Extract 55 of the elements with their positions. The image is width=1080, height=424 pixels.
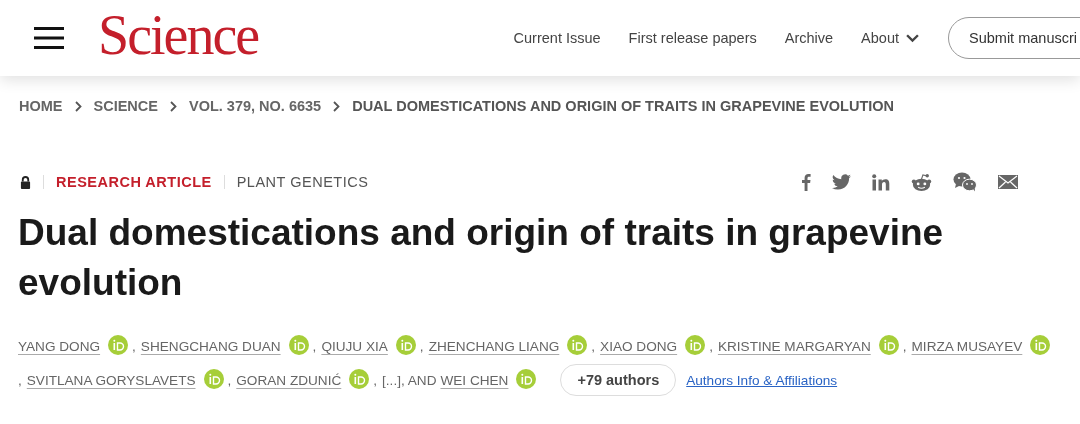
- chevron-right-icon: [169, 100, 177, 112]
- separator: ,: [591, 339, 596, 354]
- orcid-icon[interactable]: [203, 369, 224, 389]
- author-link[interactable]: MIRZA MUSAYEV: [911, 339, 1023, 354]
- separator: ,: [419, 339, 424, 354]
- separator: ,: [227, 373, 232, 388]
- author-link[interactable]: ZHENCHANG LIANG: [428, 339, 560, 354]
- orcid-icon[interactable]: [349, 369, 370, 389]
- orcid-icon[interactable]: [108, 335, 129, 355]
- article-type: RESEARCH ARTICLE: [56, 174, 212, 190]
- reddit-icon[interactable]: [911, 172, 932, 192]
- twitter-icon[interactable]: [832, 174, 851, 190]
- orcid-icon[interactable]: [1030, 335, 1051, 355]
- separator: ,: [18, 373, 22, 388]
- facebook-icon[interactable]: [801, 173, 811, 191]
- submit-button[interactable]: Submit manuscri: [948, 17, 1080, 59]
- article-subject: PLANT GENETICS: [236, 174, 369, 190]
- orcid-icon[interactable]: [395, 335, 416, 355]
- separator: ,: [312, 339, 317, 354]
- more-authors-button[interactable]: +79 authors: [560, 364, 677, 396]
- nav-link[interactable]: Current Issue: [513, 30, 601, 46]
- author-link[interactable]: GORAN ZDUNIĆ: [236, 373, 342, 388]
- article-title: Dual domestications and origin of traits in grapevine evolution: [18, 211, 945, 305]
- logo[interactable]: Science: [98, 7, 259, 63]
- breadcrumb-link[interactable]: HOME: [19, 98, 63, 114]
- separator: ,: [373, 373, 378, 388]
- orcid-icon[interactable]: [685, 335, 706, 355]
- author-link[interactable]: KRISTINE MARGARYAN: [717, 339, 871, 354]
- author-link[interactable]: XIAO DONG: [600, 339, 678, 354]
- orcid-icon[interactable]: [288, 335, 309, 355]
- email-icon[interactable]: [998, 175, 1018, 189]
- separator: ,: [709, 339, 713, 354]
- breadcrumb-link[interactable]: SCIENCE: [93, 98, 158, 114]
- truncated-authors: [...], AND: [382, 373, 437, 388]
- nav-link[interactable]: Archive: [784, 30, 834, 46]
- author-link[interactable]: WEI CHEN: [440, 373, 509, 388]
- orcid-icon[interactable]: [567, 335, 588, 355]
- author-link[interactable]: SVITLANA GORYSLAVETS: [26, 373, 196, 388]
- breadcrumb-link[interactable]: DUAL DOMESTICATIONS AND ORIGIN OF TRAITS IN GRAPEVINE EVOLUTION: [352, 98, 895, 114]
- orcid-icon[interactable]: [516, 369, 537, 389]
- separator: ,: [902, 339, 907, 354]
- author-link[interactable]: SHENGCHANG DUAN: [140, 339, 281, 354]
- chevron-right-icon: [333, 100, 341, 112]
- breadcrumb-link[interactable]: VOL. 379, NO. 6635: [188, 98, 322, 114]
- nav-link[interactable]: First release papers: [628, 30, 757, 46]
- menu-icon[interactable]: [34, 27, 64, 49]
- linkedin-icon[interactable]: [872, 173, 890, 191]
- author-link[interactable]: QIUJU XIA: [321, 339, 388, 354]
- chat-bubbles-icon[interactable]: [953, 172, 977, 192]
- chevron-right-icon: [74, 100, 82, 112]
- affiliations-link[interactable]: Authors Info & Affiliations: [686, 373, 838, 388]
- orcid-icon[interactable]: [878, 335, 899, 355]
- author-link[interactable]: YANG DONG: [18, 339, 101, 354]
- separator: ,: [132, 339, 136, 354]
- nav-link[interactable]: About: [861, 30, 919, 46]
